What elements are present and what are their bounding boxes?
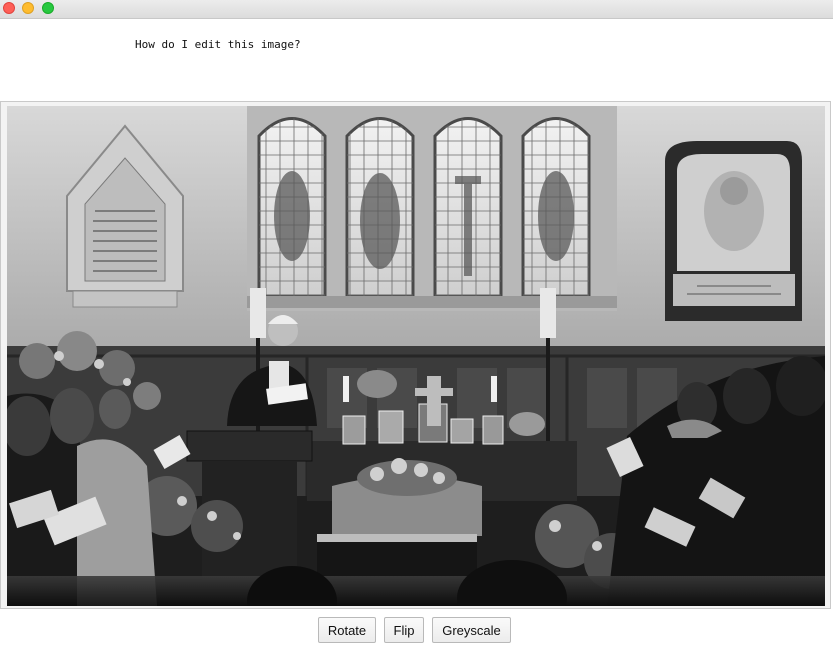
flip-button[interactable]: Flip (384, 617, 424, 643)
prompt-text: How do I edit this image? (135, 38, 301, 51)
minimize-window-button[interactable] (22, 2, 34, 14)
rotate-button[interactable]: Rotate (318, 617, 376, 643)
toolbar: Rotate Flip Greyscale (0, 617, 833, 645)
memorial-relief-right (665, 141, 802, 321)
prompt-area: How do I edit this image? (0, 19, 833, 101)
window-titlebar (0, 0, 833, 19)
close-window-button[interactable] (3, 2, 15, 14)
stained-glass-windows (247, 106, 617, 311)
image-frame (0, 101, 831, 609)
church-photo-graphic (7, 106, 825, 606)
zoom-window-button[interactable] (42, 2, 54, 14)
greyscale-button[interactable]: Greyscale (432, 617, 511, 643)
church-photo (7, 106, 825, 606)
